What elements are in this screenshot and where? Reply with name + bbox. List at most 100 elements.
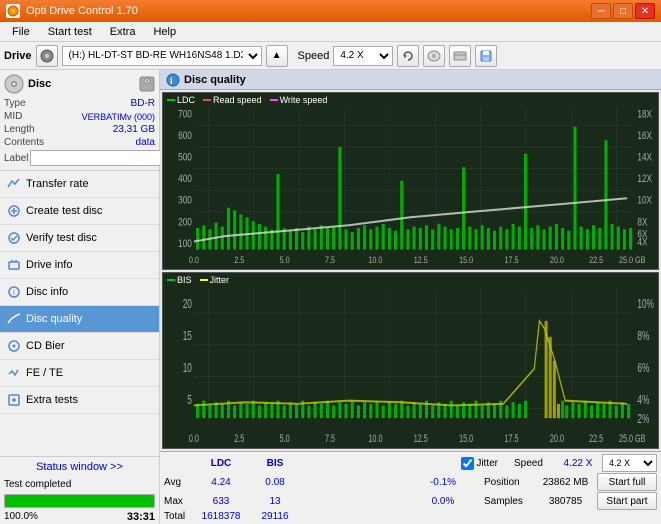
- transfer-rate-icon: [6, 176, 22, 192]
- progress-bar-container: [4, 494, 155, 508]
- sidebar-item-label: Disc quality: [26, 313, 82, 325]
- svg-text:10.0: 10.0: [368, 254, 382, 265]
- max-jitter: 0.0%: [418, 496, 468, 507]
- app-icon: [6, 4, 20, 18]
- samples-value: 380785: [538, 496, 593, 507]
- top-chart-legend: LDC Read speed Write speed: [167, 95, 327, 105]
- menu-extra[interactable]: Extra: [102, 24, 144, 40]
- legend-ldc: LDC: [167, 95, 195, 105]
- jitter-label: Jitter: [476, 458, 498, 469]
- avg-ldc: 4.24: [196, 477, 246, 488]
- sidebar-item-cd-bier[interactable]: CD Bier: [0, 333, 159, 360]
- length-label: Length: [4, 124, 35, 135]
- contents-value: data: [136, 137, 155, 148]
- save-btn[interactable]: [475, 45, 497, 67]
- close-button[interactable]: ✕: [635, 3, 655, 19]
- position-label: Position: [484, 477, 534, 488]
- burn-btn[interactable]: [423, 45, 445, 67]
- sidebar-item-extra-tests[interactable]: Extra tests: [0, 387, 159, 414]
- svg-text:0.0: 0.0: [189, 254, 199, 265]
- svg-text:0.0: 0.0: [189, 431, 199, 444]
- speed-value: 4.22 X: [558, 458, 598, 469]
- sidebar-item-fe-te[interactable]: FE / TE: [0, 360, 159, 387]
- jitter-checkbox[interactable]: [461, 457, 474, 470]
- disc-info-icon: i: [6, 284, 22, 300]
- svg-text:600: 600: [178, 130, 192, 142]
- maximize-button[interactable]: □: [613, 3, 633, 19]
- title-bar: Opti Drive Control 1.70 ─ □ ✕: [0, 0, 661, 22]
- svg-text:14X: 14X: [637, 152, 652, 164]
- verify-test-disc-icon: [6, 230, 22, 246]
- drive-select[interactable]: (H:) HL-DT-ST BD-RE WH16NS48 1.D3: [62, 46, 262, 66]
- stats-bar: LDC BIS Jitter Speed 4.22 X 4.2 X Avg 4.…: [160, 451, 661, 524]
- speed-select[interactable]: 4.2 X: [333, 46, 393, 66]
- svg-text:20: 20: [183, 297, 192, 311]
- time-display: 33:31: [127, 511, 155, 523]
- samples-label: Samples: [484, 496, 534, 507]
- svg-text:i: i: [13, 288, 15, 297]
- svg-text:8%: 8%: [637, 329, 649, 343]
- svg-text:20.0: 20.0: [550, 431, 564, 444]
- label-input[interactable]: [30, 150, 168, 166]
- status-window-btn[interactable]: Status window >>: [0, 456, 159, 477]
- svg-text:2.5: 2.5: [234, 254, 244, 265]
- minimize-button[interactable]: ─: [591, 3, 611, 19]
- svg-text:100: 100: [178, 238, 192, 250]
- charts-area: LDC Read speed Write speed: [160, 90, 661, 451]
- menu-help[interactable]: Help: [145, 24, 184, 40]
- svg-text:22.5: 22.5: [589, 431, 603, 444]
- sidebar-item-transfer-rate[interactable]: Transfer rate: [0, 171, 159, 198]
- toolbar: Drive (H:) HL-DT-ST BD-RE WH16NS48 1.D3 …: [0, 42, 661, 70]
- total-label: Total: [164, 511, 192, 522]
- avg-label: Avg: [164, 477, 192, 488]
- svg-text:15.0: 15.0: [459, 431, 473, 444]
- settings-btn[interactable]: [449, 45, 471, 67]
- progress-bar-fill: [5, 495, 154, 507]
- length-value: 23,31 GB: [113, 124, 155, 135]
- start-part-btn[interactable]: Start part: [597, 492, 657, 510]
- svg-text:20.0: 20.0: [550, 254, 564, 265]
- svg-text:10.0: 10.0: [368, 431, 382, 444]
- sidebar-item-label: Extra tests: [26, 394, 78, 406]
- window-title: Opti Drive Control 1.70: [26, 5, 138, 17]
- bottom-chart-legend: BIS Jitter: [167, 275, 229, 285]
- svg-text:4X: 4X: [637, 237, 648, 249]
- menu-bar: File Start test Extra Help: [0, 22, 661, 42]
- refresh-btn[interactable]: [397, 45, 419, 67]
- svg-text:7.5: 7.5: [325, 254, 335, 265]
- svg-text:200: 200: [178, 216, 192, 228]
- start-full-btn[interactable]: Start full: [597, 473, 657, 491]
- menu-start-test[interactable]: Start test: [40, 24, 100, 40]
- stats-speed-select[interactable]: 4.2 X: [602, 454, 657, 472]
- svg-text:2%: 2%: [637, 412, 649, 426]
- sidebar-item-disc-quality[interactable]: Disc quality: [0, 306, 159, 333]
- svg-text:8X: 8X: [637, 216, 648, 228]
- fe-te-icon: [6, 365, 22, 381]
- sidebar-item-label: Create test disc: [26, 205, 102, 217]
- ldc-header: LDC: [196, 458, 246, 469]
- drive-icon-btn[interactable]: [36, 45, 58, 67]
- sidebar-item-disc-info[interactable]: i Disc info: [0, 279, 159, 306]
- legend-jitter: Jitter: [200, 275, 230, 285]
- sidebar-item-label: Drive info: [26, 259, 72, 271]
- svg-text:17.5: 17.5: [505, 254, 519, 265]
- svg-text:10: 10: [183, 361, 192, 375]
- eject-btn[interactable]: ▲: [266, 45, 288, 67]
- avg-jitter: -0.1%: [418, 477, 468, 488]
- sidebar: Disc Type BD-R MID VERBATIMv (000) Lengt…: [0, 70, 160, 524]
- sidebar-item-verify-test-disc[interactable]: Verify test disc: [0, 225, 159, 252]
- disc-options-icon[interactable]: [139, 76, 155, 92]
- sidebar-item-create-test-disc[interactable]: Create test disc: [0, 198, 159, 225]
- svg-text:17.5: 17.5: [505, 431, 519, 444]
- sidebar-item-drive-info[interactable]: Drive info: [0, 252, 159, 279]
- position-value: 23862 MB: [538, 477, 593, 488]
- disc-quality-header: i Disc quality: [160, 70, 661, 90]
- svg-text:4%: 4%: [637, 393, 649, 407]
- sidebar-item-label: CD Bier: [26, 340, 65, 352]
- right-panel: i Disc quality LDC Read speed: [160, 70, 661, 524]
- svg-text:12.5: 12.5: [414, 431, 428, 444]
- svg-text:6%: 6%: [637, 361, 649, 375]
- mid-value: VERBATIMv (000): [82, 112, 155, 122]
- sidebar-item-label: Verify test disc: [26, 232, 97, 244]
- menu-file[interactable]: File: [4, 24, 38, 40]
